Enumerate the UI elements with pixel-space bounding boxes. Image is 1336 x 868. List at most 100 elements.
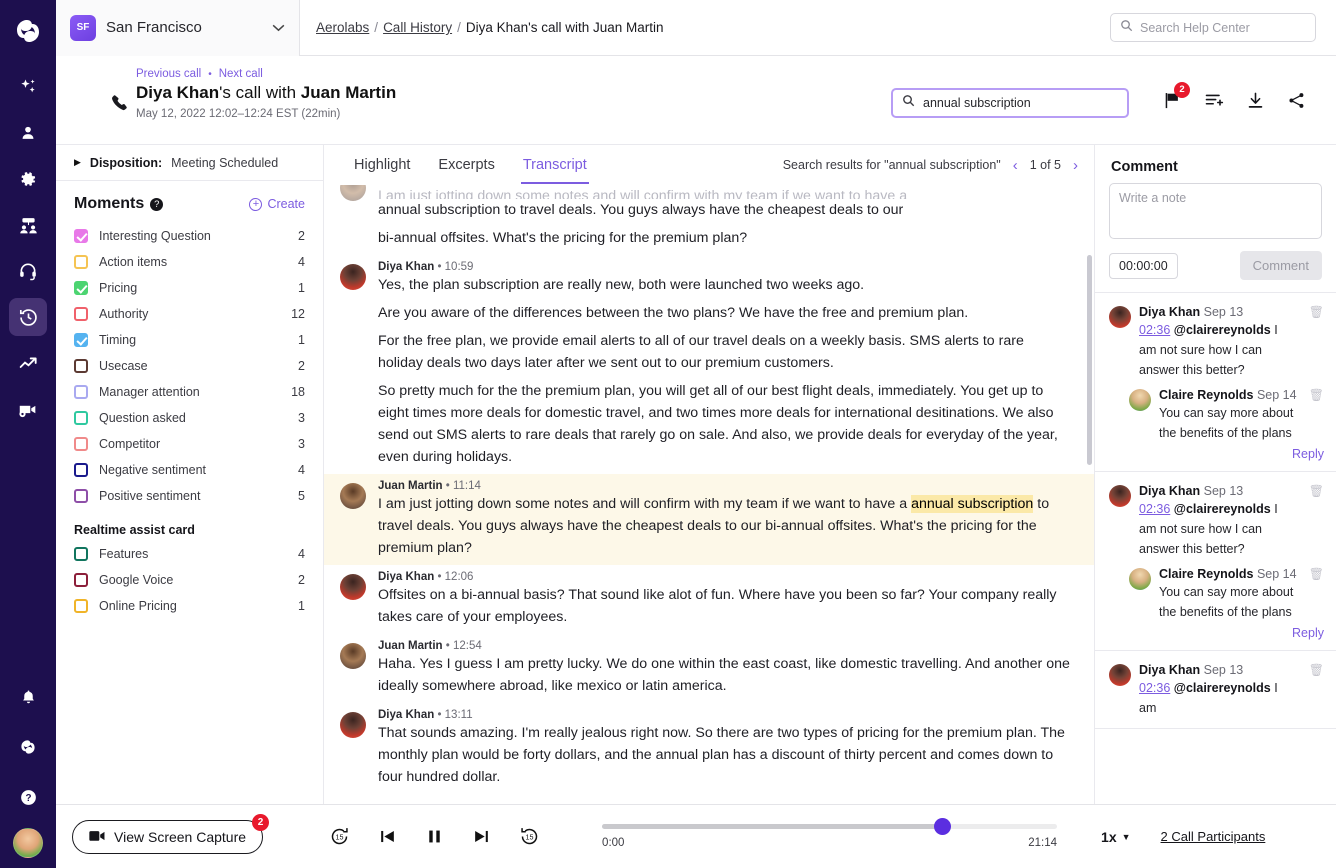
tab-excerpts[interactable]: Excerpts [424,146,508,184]
previous-call-link[interactable]: Previous call [136,68,201,80]
pause-icon[interactable] [425,827,444,846]
moment-row[interactable]: Positive sentiment5 [74,483,305,509]
transcript-message[interactable]: Diya Khan • 12:06Offsites on a bi-annual… [324,565,1094,634]
next-call-link[interactable]: Next call [219,68,263,80]
delete-icon[interactable]: 🗑 [1309,305,1324,380]
breadcrumb-section[interactable]: Call History [383,20,452,35]
moment-row[interactable]: Negative sentiment4 [74,457,305,483]
tab-transcript[interactable]: Transcript [509,146,601,184]
previous-track-icon[interactable] [378,827,397,846]
add-to-list-icon[interactable] [1204,90,1224,110]
view-screen-capture-button[interactable]: View Screen Capture 2 [72,820,263,854]
rail-item-recordings[interactable] [9,390,47,428]
rail-item-ai-insights[interactable] [9,68,47,106]
moment-checkbox[interactable] [74,307,88,321]
workspace-selector[interactable]: SF San Francisco [56,0,300,56]
moment-checkbox[interactable] [74,437,88,451]
transcript-scrollbar[interactable] [1087,255,1092,465]
comment-item[interactable]: Diya Khan Sep 1302:36 @clairereynolds I … [1095,651,1336,729]
forward-15-icon[interactable]: 15 [519,826,540,847]
delete-icon[interactable]: 🗑 [1309,663,1324,718]
moment-checkbox[interactable] [74,599,88,613]
moment-checkbox[interactable] [74,489,88,503]
comment-timestamp-link[interactable]: 02:36 [1139,323,1170,337]
playback-speed-selector[interactable]: 1x ▼ [1101,829,1131,845]
moment-row[interactable]: Features4 [74,541,305,567]
comment-timestamp-link[interactable]: 02:36 [1139,502,1170,516]
rail-item-analytics[interactable] [9,344,47,382]
comment-reply[interactable]: Claire Reynolds Sep 14You can say more a… [1129,388,1324,443]
moment-row[interactable]: Interesting Question2 [74,223,305,249]
transcript-search[interactable] [891,88,1129,118]
moment-row[interactable]: Manager attention18 [74,379,305,405]
user-avatar[interactable] [13,828,43,858]
moment-row[interactable]: Online Pricing1 [74,593,305,619]
moment-checkbox[interactable] [74,333,88,347]
comment-note-input[interactable]: Write a note [1109,183,1322,239]
rail-item-live-calls[interactable] [9,252,47,290]
comment-mention[interactable]: @clairereynolds [1174,502,1271,516]
delete-icon[interactable]: 🗑 [1309,484,1324,559]
reply-button[interactable]: Reply [1109,447,1324,461]
moment-checkbox[interactable] [74,281,88,295]
moment-row[interactable]: Pricing1 [74,275,305,301]
moment-checkbox[interactable] [74,385,88,399]
create-moment-button[interactable]: + Create [249,197,305,211]
comment-reply[interactable]: Claire Reynolds Sep 14You can say more a… [1129,567,1324,622]
help-search[interactable] [1110,13,1316,42]
moment-checkbox[interactable] [74,463,88,477]
moment-checkbox[interactable] [74,229,88,243]
delete-icon[interactable]: 🗑 [1309,388,1324,443]
seek-bar[interactable]: 0:00 21:14 [602,824,1057,849]
prev-result-button[interactable]: ‹ [1011,157,1020,174]
rail-item-messages[interactable] [9,728,47,766]
disposition-row[interactable]: ▶ Disposition: Meeting Scheduled [56,145,323,181]
transcript-message[interactable]: Diya Khan • 10:59Yes, the plan subscript… [324,255,1094,474]
next-result-button[interactable]: › [1071,157,1080,174]
tab-highlight[interactable]: Highlight [340,146,424,184]
transcript-scroll-area[interactable]: I am just jotting down some notes and wi… [324,185,1094,804]
moment-checkbox[interactable] [74,359,88,373]
app-logo-icon[interactable] [11,14,45,48]
replay-15-icon[interactable]: 15 [329,826,350,847]
moment-row[interactable]: Usecase2 [74,353,305,379]
moment-checkbox[interactable] [74,573,88,587]
moment-checkbox[interactable] [74,411,88,425]
rail-item-notifications[interactable] [9,678,47,716]
download-icon[interactable] [1246,91,1265,110]
moment-row[interactable]: Competitor3 [74,431,305,457]
rail-item-call-history[interactable] [9,298,47,336]
next-track-icon[interactable] [472,827,491,846]
delete-icon[interactable]: 🗑 [1309,567,1324,622]
help-search-input[interactable] [1140,21,1306,35]
seek-knob[interactable] [934,818,951,835]
comment-item[interactable]: Diya Khan Sep 1302:36 @clairereynolds I … [1095,293,1336,472]
moment-row[interactable]: Google Voice2 [74,567,305,593]
comment-mention[interactable]: @clairereynolds [1174,323,1271,337]
flag-icon[interactable]: 2 [1163,91,1182,110]
rail-item-help[interactable]: ? [9,778,47,816]
transcript-message[interactable]: Juan Martin • 11:14I am just jotting dow… [324,474,1094,565]
call-participants-link[interactable]: 2 Call Participants [1161,829,1266,844]
question-icon[interactable]: ? [150,198,163,211]
transcript-search-input[interactable] [923,96,1118,110]
moment-row[interactable]: Action items4 [74,249,305,275]
seek-track[interactable] [602,824,1057,829]
breadcrumb-org[interactable]: Aerolabs [316,20,369,35]
share-icon[interactable] [1287,91,1306,110]
moment-row[interactable]: Authority12 [74,301,305,327]
comment-timestamp-link[interactable]: 02:36 [1139,681,1170,695]
rail-item-team[interactable] [9,206,47,244]
rail-item-contacts[interactable] [9,114,47,152]
reply-button[interactable]: Reply [1109,626,1324,640]
transcript-message[interactable]: Diya Khan • 13:11That sounds amazing. I'… [324,703,1094,794]
rail-item-settings[interactable] [9,160,47,198]
moment-checkbox[interactable] [74,547,88,561]
moment-checkbox[interactable] [74,255,88,269]
moment-row[interactable]: Question asked3 [74,405,305,431]
comment-submit-button[interactable]: Comment [1240,251,1322,280]
comment-item[interactable]: Diya Khan Sep 1302:36 @clairereynolds I … [1095,472,1336,651]
comment-timestamp-input[interactable]: 00:00:00 [1109,253,1178,279]
transcript-message[interactable]: Juan Martin • 12:54Haha. Yes I guess I a… [324,634,1094,703]
moment-row[interactable]: Timing1 [74,327,305,353]
